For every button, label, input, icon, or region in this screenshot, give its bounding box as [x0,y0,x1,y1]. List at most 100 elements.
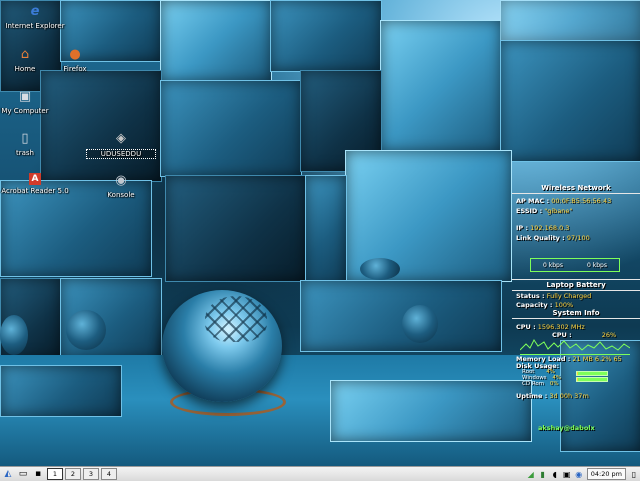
wallpaper-cube [380,20,502,152]
memory-value: 21 MB 6.2% [572,355,612,363]
update-tray-icon[interactable]: ◉ [573,468,585,480]
trash-icon: ▯ [21,131,29,146]
wallpaper-cube [0,365,122,417]
ip-key: IP : [516,224,529,232]
desktop-icon-internet-explorer[interactable]: e Internet Explorer [0,4,70,30]
desktop-icon-label: Konsole [107,191,135,199]
cpu-freq-row: CPU : 1596.302 MHz [516,323,585,331]
terminal-icon: ▪ [34,469,42,479]
desktop-icon-my-computer[interactable]: ▣ My Computer [0,89,60,115]
wireless-title: Wireless Network [541,184,611,192]
workspace-3[interactable]: 3 [83,468,99,480]
workspace-2[interactable]: 2 [65,468,81,480]
desktop-icon-trash[interactable]: ▯ trash [0,131,60,157]
disk-root-bar [576,371,608,376]
wallpaper-cube [500,40,640,162]
clock[interactable]: 04:20 pm [586,468,626,480]
divider [512,279,640,280]
battery-capacity-key: Capacity : [516,301,553,309]
battery-capacity-row: Capacity : 100% [516,301,573,309]
wallpaper-cube [330,380,532,442]
start-menu-button[interactable]: ◭ [1,468,15,480]
cpu-freq-value: 1596.302 [537,323,569,331]
trash-tray-icon[interactable]: ▯ [628,468,640,480]
ip-value: 192.168.0.3 [530,224,570,232]
monitor-tray-icon[interactable]: ▣ [561,468,573,480]
network-speed-box: 0 kbps 0 kbps [530,258,620,272]
show-desktop-button[interactable]: ▭ [16,468,30,480]
upload-speed: 0 kbps [587,261,607,269]
desktop-icon-firefox[interactable]: ● Firefox [40,47,110,73]
wallpaper-sphere-grid [205,296,267,342]
wallpaper-cube [165,175,307,282]
volume-tray-icon[interactable]: ◖ [549,468,561,480]
show-desktop-icon: ▭ [18,469,28,479]
taskbar: ◭ ▭ ▪ 1 2 3 4 ◢ ▮ ◖ ▣ ◉ 04:20 pm ▯ [0,466,640,481]
workspace-1[interactable]: 1 [47,468,63,480]
disk-value: 0% [549,381,559,387]
desktop-icon-uduseddu[interactable]: ◈ UDUSEDDU [86,131,156,159]
battery-tray-icon[interactable]: ▮ [537,468,549,480]
disk-windows-bar [576,377,608,382]
terminal-launcher[interactable]: ▪ [31,468,45,480]
wallpaper-cube [305,175,347,287]
cpu-graph-line [520,339,630,351]
desktop-icon-label: UDUSEDDU [86,149,156,159]
disk-bar-fill [577,378,579,381]
essid-value: "gibane" [544,207,573,215]
desktop-icon-label: Internet Explorer [5,22,65,30]
desktop-icon-konsole[interactable]: ◉ Konsole [86,173,156,199]
conky-signature: akshay@dabolx [538,424,595,432]
program-icon: ◈ [116,131,126,146]
disk-bar-fill [577,372,579,375]
memory-suffix: 65 [613,355,622,363]
conky-system-monitor: Wireless Network AP MAC : 00:0F:B5:56:56… [512,180,640,432]
desktop-icon-label: My Computer [1,107,49,115]
wallpaper-cube [160,80,302,177]
disk-name: CD Rom [522,381,545,387]
network-tray-icon[interactable]: ◢ [525,468,537,480]
wallpaper-sphere [66,310,106,350]
wallpaper-sphere [0,315,28,355]
divider [512,318,640,319]
cpu-freq-unit: MHz [570,323,585,331]
konsole-icon: ◉ [115,173,127,188]
system-tray: ◢ ▮ ◖ ▣ ◉ 04:20 pm ▯ [525,468,640,480]
acrobat-reader-icon: A [29,173,41,185]
download-speed: 0 kbps [543,261,563,269]
link-quality-value: 97/100 [566,234,590,242]
ap-mac-key: AP MAC : [516,197,550,205]
wallpaper-cube [270,0,382,72]
cpu-usage-graph [520,339,630,355]
kde-menu-icon: ◭ [4,469,12,479]
desktop-icon-label: Firefox [63,65,87,73]
ap-mac-value: 00:0F:B5:56:56:43 [551,197,612,205]
essid-row: ESSID : "gibane" [516,207,572,215]
desktop-icon-label: Acrobat Reader 5.0 [1,187,69,195]
battery-title: Laptop Battery [546,281,606,289]
divider [512,193,640,194]
internet-explorer-icon: e [30,4,40,19]
desktop-icon-label: trash [16,149,34,157]
system-info-title: System Info [552,309,600,317]
cpu-key: CPU : [516,323,536,331]
wallpaper-cube [160,0,272,82]
firefox-icon: ● [69,47,81,62]
battery-status-value: Fully Charged [546,292,592,300]
battery-capacity-value: 100% [554,301,574,309]
computer-icon: ▣ [18,89,32,104]
wallpaper-cube [500,0,640,42]
battery-status-key: Status : [516,292,545,300]
uptime-value: 3d 00h 37m [549,392,589,400]
wallpaper-sphere [360,258,400,280]
uptime-key: Uptime : [516,392,548,400]
link-quality-key: Link Quality : [516,234,565,242]
link-quality-row: Link Quality : 97/100 [516,234,590,242]
desktop-icon-acrobat-reader[interactable]: A Acrobat Reader 5.0 [0,173,70,195]
workspace-4[interactable]: 4 [101,468,117,480]
ip-row: IP : 192.168.0.3 [516,224,569,232]
disk-cdrom-row: CD Rom 0% [522,381,559,387]
battery-status-row: Status : Fully Charged [516,292,591,300]
divider [512,290,640,291]
wallpaper-cube [300,280,502,352]
